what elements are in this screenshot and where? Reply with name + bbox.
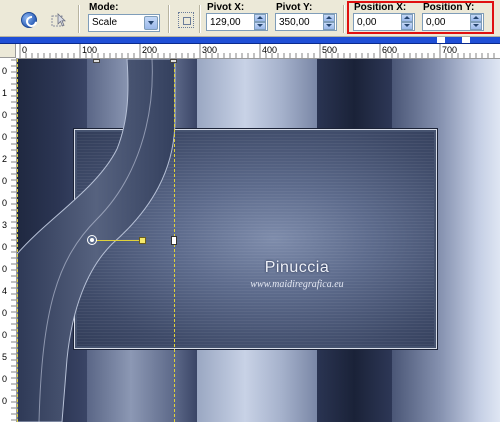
spin-up-icon[interactable] [254, 14, 266, 22]
pick-tool-button[interactable] [48, 9, 70, 31]
ruler-label: 500 [322, 45, 338, 55]
ruler-label: 0 [2, 66, 8, 76]
ruler-label: 1 [2, 88, 8, 98]
pick-tool-icon [51, 13, 66, 27]
ruler-corner [0, 44, 16, 58]
ruler-label: 400 [262, 45, 278, 55]
mode-value: Scale [92, 17, 118, 28]
frame-tab [437, 37, 445, 43]
ruler-label: 300 [202, 45, 218, 55]
pivot-x-label: Pivot X: [207, 2, 245, 13]
ruler-label: 0 [2, 198, 8, 208]
horizontal-ruler: 0 100 200 300 400 500 600 700 [16, 44, 500, 59]
ruler-label: 0 [2, 396, 8, 406]
selection-guide-left [17, 59, 18, 422]
ruler-label: 0 [2, 330, 8, 340]
refresh-icon [21, 12, 37, 28]
ruler-label: 0 [2, 264, 8, 274]
ruler-label: 0 [2, 374, 8, 384]
ruler-label: 0 [2, 242, 8, 252]
ruler-label: 0 [2, 308, 8, 318]
ruler-label: 0 [22, 45, 28, 55]
side-handle[interactable] [171, 236, 177, 245]
pivot-y-label: Pivot Y: [276, 2, 313, 13]
pivot-handle[interactable] [87, 235, 97, 245]
toolbar-separator [343, 5, 345, 33]
ruler-label: 100 [82, 45, 98, 55]
top-handle[interactable] [170, 59, 177, 63]
ruler-label: 0 [2, 132, 8, 142]
pivot-y-input[interactable] [277, 15, 323, 29]
window-frame-strip [0, 37, 500, 44]
rotation-handle[interactable] [139, 237, 146, 244]
ruler-label: 5 [2, 352, 8, 362]
rotation-handle-line [92, 240, 144, 241]
spin-down-icon[interactable] [254, 22, 266, 30]
toolbar-separator [199, 5, 201, 33]
ruler-label: 3 [2, 220, 8, 230]
toolbar-separator [78, 5, 80, 33]
mode-label: Mode: [89, 2, 119, 13]
image-canvas[interactable]: Pinuccia www.maidiregrafica.eu [17, 59, 500, 422]
mode-dropdown[interactable]: Scale [88, 14, 160, 32]
toolbar-separator [168, 5, 170, 33]
chevron-down-icon[interactable] [144, 16, 158, 30]
ruler-label: 600 [382, 45, 398, 55]
pivot-y-field[interactable] [275, 13, 337, 31]
ruler-label: 4 [2, 286, 8, 296]
scale-mode-icon [178, 12, 194, 28]
frame-tab [462, 37, 470, 43]
ruler-label: 700 [442, 45, 458, 55]
highlight-annotation [347, 1, 494, 34]
spin-down-icon[interactable] [323, 22, 335, 30]
watermark-title: Pinuccia [264, 259, 330, 276]
ruler-label: 0 [2, 110, 8, 120]
watermark-url: www.maidiregrafica.eu [250, 279, 344, 290]
vertical-ruler: 0 1 0 0 2 0 0 3 0 0 4 0 0 5 0 0 [0, 58, 17, 422]
pivot-x-input[interactable] [208, 15, 254, 29]
ruler-label: 2 [2, 154, 8, 164]
spin-up-icon[interactable] [323, 14, 335, 22]
pivot-x-field[interactable] [206, 13, 268, 31]
ruler-label: 0 [2, 176, 8, 186]
toolbar: Mode: Scale Pivot X: Pivot Y: Position X… [0, 0, 500, 37]
top-handle[interactable] [93, 59, 100, 63]
apply-button[interactable] [18, 9, 40, 31]
ruler-label: 200 [142, 45, 158, 55]
